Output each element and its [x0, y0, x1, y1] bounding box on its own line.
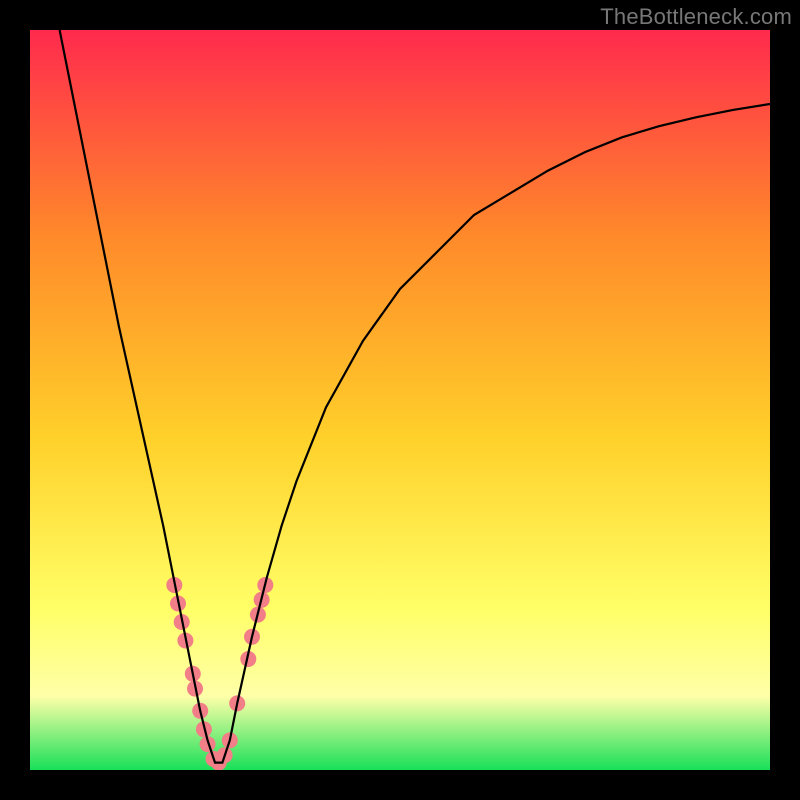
plot-area — [30, 30, 770, 770]
gradient-background — [30, 30, 770, 770]
chart-frame: TheBottleneck.com — [0, 0, 800, 800]
plot-svg — [30, 30, 770, 770]
watermark-text: TheBottleneck.com — [600, 4, 792, 30]
